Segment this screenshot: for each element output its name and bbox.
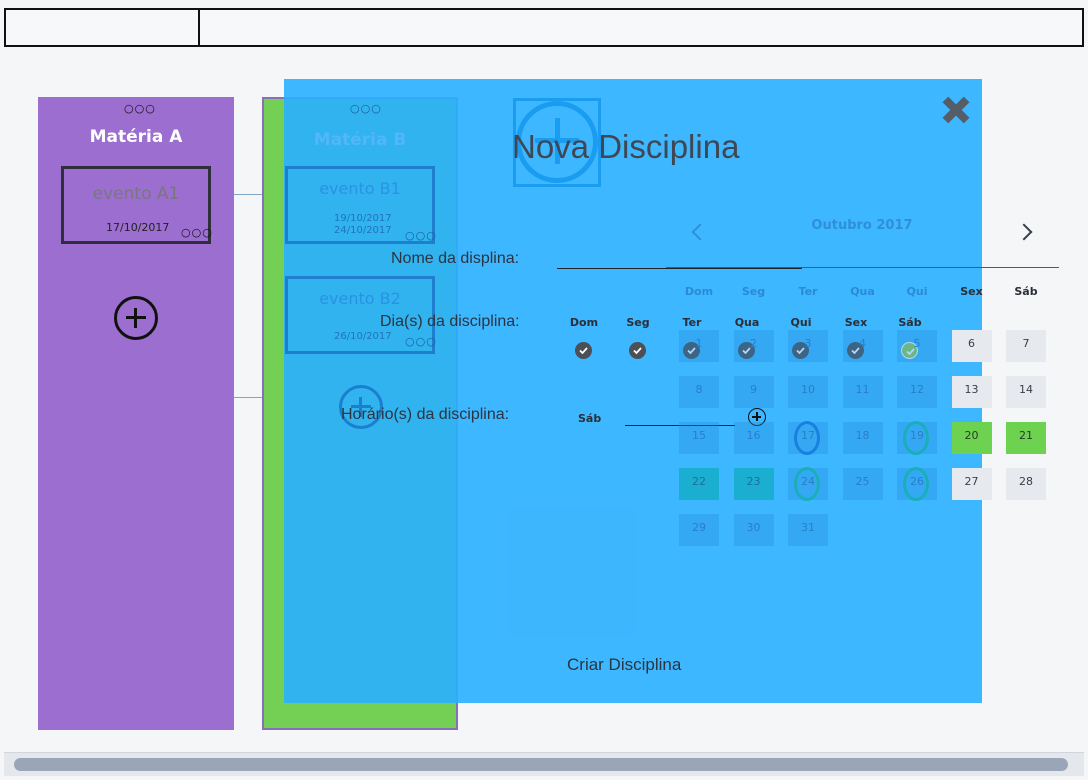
calendar-day[interactable]: 1: [679, 330, 719, 362]
event-marker-ring: [903, 467, 929, 501]
calendar-day[interactable]: 11: [842, 376, 883, 408]
calendar-weekday: Seg: [741, 285, 766, 298]
close-icon[interactable]: [938, 92, 974, 128]
calendar-day[interactable]: 12: [897, 376, 937, 408]
day-label: Sex: [844, 316, 868, 329]
event-a1-date: 17/10/2017: [106, 221, 170, 234]
calendar-day[interactable]: 16: [733, 422, 774, 454]
calendar-next-icon[interactable]: [1015, 223, 1033, 241]
calendar-weekday: Sex: [960, 285, 983, 298]
day-label: Sáb: [898, 316, 922, 329]
day-checkbox[interactable]: [629, 342, 646, 359]
event-card-b1[interactable]: evento B1 19/10/2017 24/10/2017 ○○○: [285, 166, 437, 244]
event-b2-options-icon[interactable]: ○○○: [405, 336, 437, 347]
subject-name-label: Nome da displina:: [391, 250, 520, 267]
event-b1-name: evento B1: [319, 179, 401, 198]
column-b-options-icon[interactable]: ○○○: [350, 103, 382, 114]
event-card-a1[interactable]: evento A1 17/10/2017 ○○○: [61, 166, 213, 244]
calendar-day[interactable]: 6: [951, 330, 992, 362]
calendar-day[interactable]: 20: [951, 422, 992, 454]
calendar-day[interactable]: 21: [1006, 422, 1046, 454]
calendar-weekday: Qui: [906, 285, 928, 298]
subject-hours-label: Horário(s) da disciplina:: [341, 406, 510, 423]
event-b1-date: 19/10/2017: [334, 213, 392, 224]
calendar-day[interactable]: 23: [733, 468, 774, 500]
calendar-day[interactable]: 28: [1006, 468, 1046, 500]
calendar-day[interactable]: 5: [897, 330, 937, 362]
calendar-weekday: Dom: [684, 285, 714, 298]
top-bar-divider: [198, 10, 200, 45]
calendar-weekday: Sáb: [1014, 285, 1038, 298]
calendar-month: Outubro 2017: [811, 218, 913, 233]
modal-title: Nova Disciplina: [512, 128, 740, 165]
column-a-options-icon[interactable]: ○○○: [124, 103, 156, 114]
calendar-day[interactable]: 10: [788, 376, 828, 408]
calendar-day[interactable]: 9: [733, 376, 774, 408]
event-a1-name: evento A1: [92, 184, 180, 204]
hours-day-label: Sáb: [578, 412, 602, 425]
subject-column-a: ○○○ Matéria A evento A1 17/10/2017 ○○○: [38, 97, 234, 730]
calendar-divider: [666, 267, 1059, 268]
calendar-day[interactable]: 31: [788, 514, 828, 546]
top-bar: [4, 8, 1084, 47]
day-label: Dom: [569, 316, 599, 329]
calendar-day[interactable]: 3: [788, 330, 828, 362]
column-a-title: Matéria A: [89, 127, 183, 147]
subject-name-input[interactable]: [557, 268, 802, 269]
subject-days-label: Dia(s) da disciplina:: [380, 313, 520, 330]
day-label: Ter: [682, 316, 702, 329]
event-marker-ring: [794, 467, 820, 501]
calendar-day[interactable]: 30: [733, 514, 774, 546]
calendar-day[interactable]: 7: [1006, 330, 1046, 362]
create-subject-button[interactable]: Criar Disciplina: [567, 655, 681, 675]
calendar-weekday: Ter: [798, 285, 818, 298]
event-marker-ring: [794, 421, 820, 455]
calendar-day[interactable]: 25: [842, 468, 883, 500]
event-b1-date: 24/10/2017: [334, 225, 392, 236]
calendar-weekday: Qua: [850, 285, 875, 298]
day-label: Qua: [734, 316, 760, 329]
event-b1-options-icon[interactable]: ○○○: [405, 230, 437, 241]
calendar-day[interactable]: 29: [679, 514, 719, 546]
calendar-day[interactable]: 14: [1006, 376, 1046, 408]
day-label: Seg: [626, 316, 650, 329]
horizontal-scrollbar-thumb[interactable]: [14, 758, 1068, 771]
calendar-day[interactable]: 13: [951, 376, 992, 408]
calendar-day[interactable]: 15: [679, 422, 719, 454]
calendar-day[interactable]: 2: [733, 330, 774, 362]
calendar-day[interactable]: 27: [951, 468, 992, 500]
column-b-title: Matéria B: [313, 130, 407, 150]
event-a1-options-icon[interactable]: ○○○: [181, 227, 213, 238]
event-b2-date: 26/10/2017: [334, 331, 392, 342]
day-checkbox[interactable]: [575, 342, 592, 359]
calendar-day[interactable]: 8: [679, 376, 719, 408]
calendar-day[interactable]: 4: [842, 330, 883, 362]
calendar-day[interactable]: 22: [679, 468, 719, 500]
event-b2-name: evento B2: [319, 289, 401, 308]
event-marker-ring: [903, 421, 929, 455]
add-event-a-icon[interactable]: [114, 296, 158, 340]
day-label: Qui: [790, 316, 812, 329]
calendar-day[interactable]: 18: [842, 422, 883, 454]
